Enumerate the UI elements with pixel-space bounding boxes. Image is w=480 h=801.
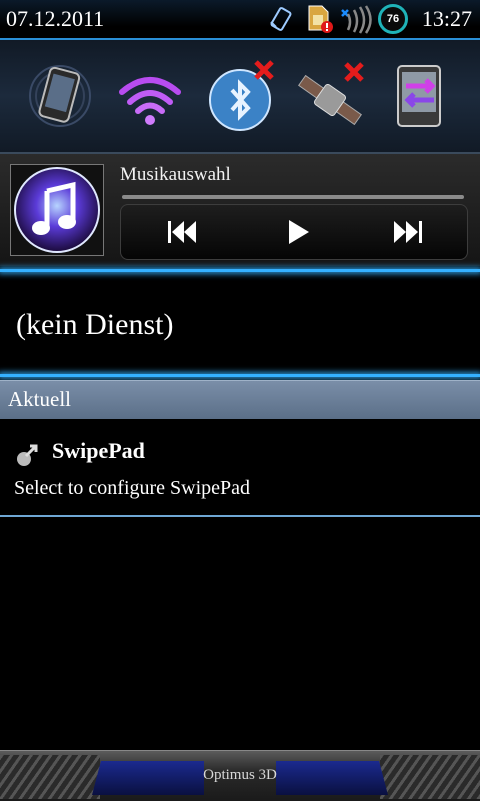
notification-text: Select to configure SwipePad — [14, 477, 251, 499]
music-progress[interactable] — [122, 195, 464, 199]
status-date: 07.12.2011 — [6, 6, 105, 31]
music-note-icon — [14, 167, 100, 253]
status-bar[interactable]: 07.12.2011 76 13:27 — [0, 0, 480, 40]
music-controls — [120, 204, 468, 260]
drawer-handle[interactable]: Optimus 3D — [0, 750, 480, 801]
notification-title: SwipePad — [52, 438, 145, 463]
no-signal-icon — [338, 2, 374, 39]
previous-button[interactable] — [165, 217, 199, 247]
handle-label: Optimus 3D — [203, 767, 277, 783]
satellite-icon — [298, 62, 364, 126]
sim-card-error-icon — [306, 4, 334, 39]
quick-toggles — [0, 40, 480, 154]
divider-glow — [0, 374, 480, 377]
skip-back-icon — [168, 221, 196, 243]
battery-icon: 76 — [378, 4, 408, 34]
notifications-header-label: Aktuell — [8, 387, 71, 411]
gps-toggle[interactable] — [292, 58, 368, 134]
music-widget: Musikauswahl — [0, 154, 480, 266]
album-art[interactable] — [10, 164, 104, 256]
skip-forward-icon — [394, 221, 422, 243]
carrier-label: (kein Dienst) — [16, 308, 174, 341]
wifi-icon — [119, 77, 181, 125]
sync-toggle[interactable] — [382, 58, 458, 134]
notifications-header: Aktuell — [0, 380, 480, 419]
bluetooth-toggle[interactable] — [202, 58, 278, 134]
next-button[interactable] — [391, 217, 425, 247]
wifi-toggle[interactable] — [112, 58, 188, 134]
swipepad-icon — [14, 442, 40, 468]
notification-divider — [0, 515, 480, 517]
status-time: 13:27 — [421, 6, 472, 31]
notification-item[interactable]: SwipePad Select to configure SwipePad — [0, 420, 480, 516]
rotate-icon — [268, 6, 294, 37]
divider-glow — [0, 269, 480, 272]
play-icon — [289, 220, 309, 244]
music-title: Musikauswahl — [120, 164, 231, 185]
phone-toggle[interactable] — [22, 58, 98, 134]
data-transfer-icon — [397, 65, 441, 127]
play-button[interactable] — [281, 217, 315, 247]
bluetooth-icon — [209, 60, 274, 131]
phone-icon — [29, 65, 91, 127]
